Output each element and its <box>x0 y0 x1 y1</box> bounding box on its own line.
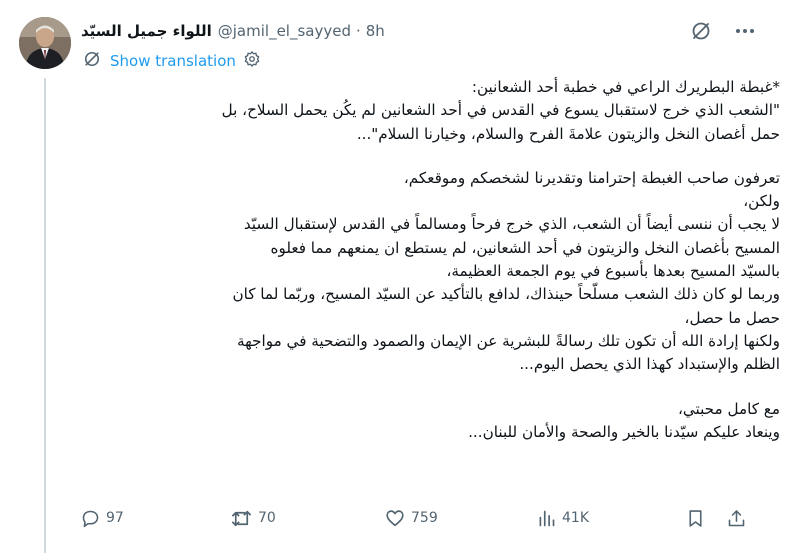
text-line: حصل ما حصل، <box>684 308 780 327</box>
like-icon <box>384 507 406 529</box>
more-icon[interactable] <box>733 19 757 43</box>
text-line: بالسيّد المسيح بعدها بأسبوع في يوم الجمع… <box>446 262 780 281</box>
text-line: تعرفون صاحب الغبطة إحترامنا وتقديرنا لشخ… <box>403 168 780 187</box>
display-name[interactable]: اللواء جميل السيّد <box>81 22 212 40</box>
reply-button[interactable]: 97 <box>80 505 124 531</box>
bookmark-icon <box>685 508 706 529</box>
timestamp[interactable]: 8h <box>366 22 385 40</box>
action-bar: 97 70 759 41K <box>80 505 760 531</box>
reply-count: 97 <box>106 510 124 526</box>
text-line: "الشعب الذي خرج لاستقبال يسوع في القدس ف… <box>221 101 780 120</box>
views-icon <box>536 508 557 529</box>
text-line: الظلم والإستبداد كهذا الذي يحصل اليوم... <box>519 355 780 374</box>
repost-icon <box>230 507 253 530</box>
tweet-header: اللواء جميل السيّد @jamil_el_sayyed · 8h <box>81 19 385 43</box>
show-translation-label[interactable]: Show translation <box>110 52 236 70</box>
text-line: *غبطة البطريرك الراعي في خطبة أحد الشعان… <box>471 78 780 96</box>
text-line: وينعاد عليكم سيّدنا بالخير والصحة والأما… <box>468 422 780 441</box>
bookmark-button[interactable] <box>685 505 706 531</box>
text-line: المسيح بأغصان النخل والزيتون في أحد الشع… <box>270 238 780 257</box>
like-count: 759 <box>411 510 438 526</box>
text-line: لا يجب أن ننسى أيضاً أن الشعب، الذي خرج … <box>243 215 780 234</box>
text-line: ولكنها إرادة الله أن تكون تلك رسالةً للب… <box>236 331 780 350</box>
reply-icon <box>80 508 101 529</box>
text-line: مع كامل محبتي، <box>677 399 780 418</box>
like-button[interactable]: 759 <box>384 505 438 531</box>
text-line: ولكن، <box>743 192 780 211</box>
repost-count: 70 <box>258 510 276 526</box>
gear-icon[interactable] <box>243 50 261 72</box>
tweet[interactable]: اللواء جميل السيّد @jamil_el_sayyed · 8h… <box>0 0 808 553</box>
handle[interactable]: @jamil_el_sayyed <box>218 22 351 40</box>
thread-line <box>44 78 46 553</box>
repost-button[interactable]: 70 <box>230 505 276 531</box>
separator: · <box>355 22 361 40</box>
views-button[interactable]: 41K <box>536 505 589 531</box>
grok-icon[interactable] <box>689 19 713 43</box>
views-count: 41K <box>562 510 589 526</box>
avatar[interactable] <box>19 17 71 69</box>
text-line: وربما لو كان ذلك الشعب مسلّحاً حينذاك، ل… <box>232 285 780 304</box>
tweet-text: *غبطة البطريرك الراعي في خطبة أحد الشعان… <box>90 76 780 444</box>
translate-icon <box>82 49 102 73</box>
share-button[interactable] <box>726 505 747 531</box>
text-line: حمل أغصان النخل والزيتون علامةَ الفرح وا… <box>356 124 780 143</box>
share-icon <box>726 508 747 529</box>
show-translation-button[interactable]: Show translation <box>82 50 261 72</box>
